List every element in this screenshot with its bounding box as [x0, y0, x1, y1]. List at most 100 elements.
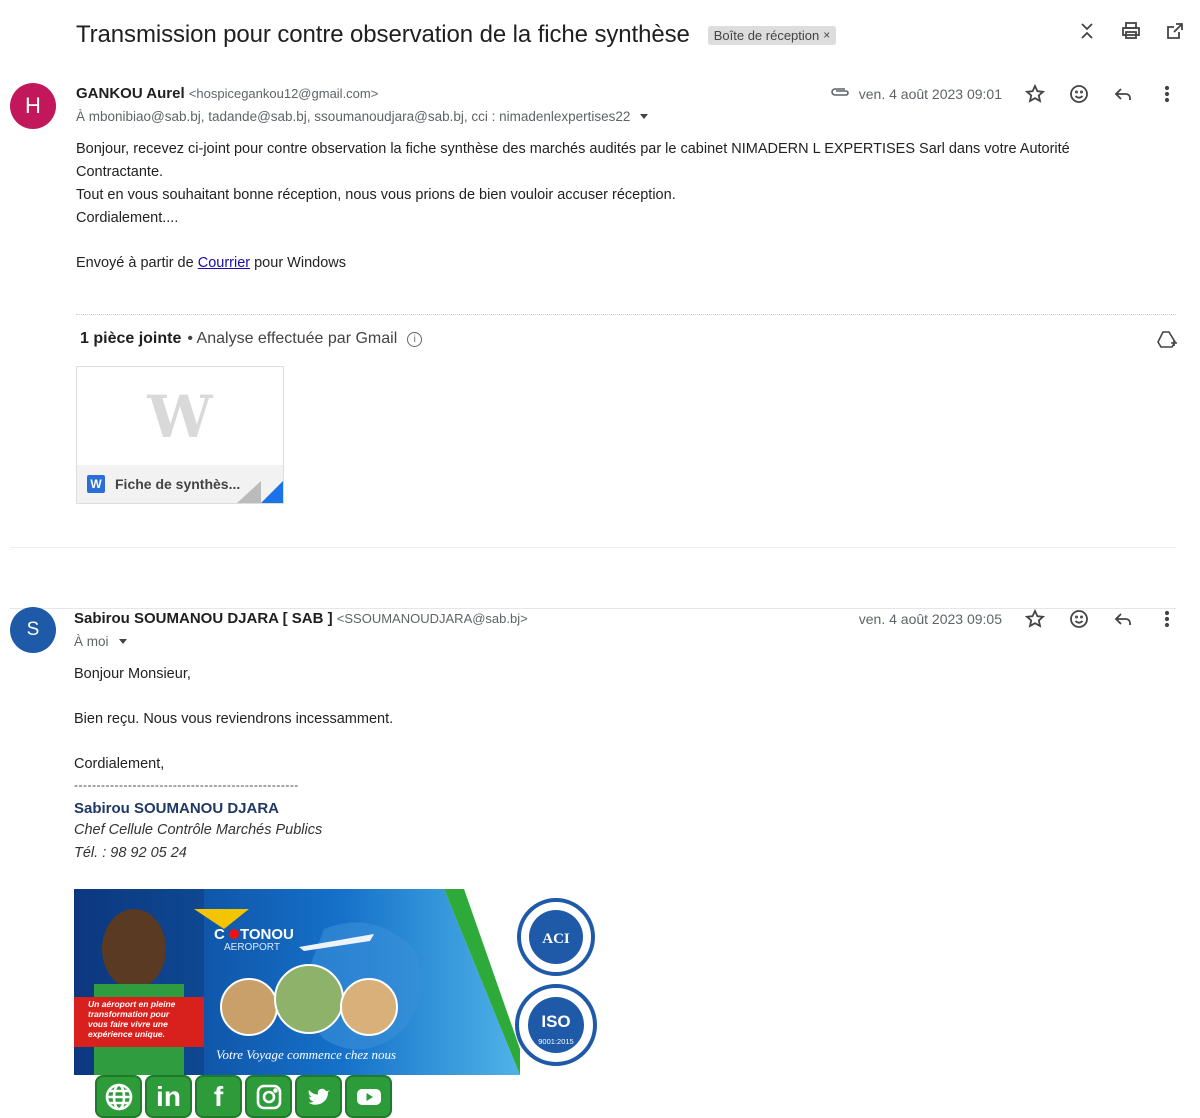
youtube-link[interactable] — [345, 1075, 392, 1118]
instagram-icon — [256, 1084, 281, 1109]
print-icon — [1122, 22, 1140, 39]
sent-from-line: Envoyé à partir de Courrier pour Windows — [76, 252, 346, 275]
tagline-line-3: vous faire vivre une — [88, 1019, 168, 1029]
sender-line: GANKOU Aurel <hospicegankou12@gmail.com> — [76, 85, 378, 102]
website-link[interactable] — [95, 1075, 142, 1118]
reply-icon — [1114, 88, 1131, 100]
twitter-bird-icon — [308, 1088, 330, 1105]
scan-label: • Analyse effectuée par Gmail — [187, 330, 398, 347]
recipients-text: À mbonibiao@sab.bj, tadande@sab.bj, ssou… — [76, 109, 631, 124]
body-line: Bonjour, recevez ci-joint pour contre ob… — [76, 141, 1070, 157]
attachment-preview: W — [77, 367, 283, 467]
word-preview-icon: W — [147, 383, 213, 451]
iso-badge-number: 9001:2015 — [538, 1037, 573, 1046]
inbox-label-chip[interactable]: Boîte de réception × — [707, 25, 837, 45]
emoji-icon — [1070, 610, 1088, 628]
attachment-name: Fiche de synthès... — [115, 476, 241, 492]
message-date: ven. 4 août 2023 09:01 — [858, 86, 1002, 102]
subject-row: Transmission pour contre observation de … — [76, 18, 1180, 52]
banner-slogan: Votre Voyage commence chez nous — [216, 1047, 396, 1062]
reply-greeting: Bonjour Monsieur, — [74, 666, 191, 682]
star-button[interactable] — [1024, 83, 1046, 105]
more-vert-icon — [1164, 610, 1170, 628]
courrier-link[interactable]: Courrier — [198, 255, 250, 271]
open-in-new-icon — [1167, 23, 1183, 39]
reply-button[interactable] — [1112, 608, 1134, 630]
iso-badge-text: ISO — [541, 1012, 570, 1031]
star-icon — [1025, 84, 1045, 103]
sender-line: Sabirou SOUMANOU DJARA [ SAB ] <SSOUMANO… — [74, 610, 528, 627]
more-options-button[interactable] — [1156, 608, 1178, 630]
globe-icon — [105, 1083, 132, 1110]
collapse-all-button[interactable] — [1076, 20, 1098, 42]
reply-closing: Cordialement, — [74, 756, 165, 772]
show-details-chevron-icon[interactable] — [118, 639, 127, 644]
sent-from-prefix: Envoyé à partir de — [76, 255, 198, 271]
badges-graphic: ACI ISO 9001:2015 — [515, 898, 597, 1066]
reply-button[interactable] — [1112, 83, 1134, 105]
emoji-reaction-button[interactable] — [1068, 608, 1090, 630]
star-icon — [1025, 609, 1045, 628]
print-button[interactable] — [1120, 20, 1142, 42]
attachment-footer: W Fiche de synthès... — [77, 465, 283, 503]
tagline-line-4: expérience unique. — [88, 1029, 165, 1039]
signature-name: Sabirou SOUMANOU DJARA — [74, 800, 280, 817]
instagram-link[interactable] — [245, 1075, 292, 1118]
brand-sub: AEROPORT — [224, 942, 280, 953]
linkedin-icon: in — [156, 1080, 181, 1112]
attachment-card[interactable]: W W Fiche de synthès... — [76, 366, 284, 504]
attachments-count: 1 pièce jointe — [80, 330, 182, 347]
add-to-drive-button[interactable] — [1156, 330, 1178, 355]
cotonou-airport-banner: Un aéroport en pleine transformation pou… — [74, 889, 520, 1075]
sender-avatar[interactable]: H — [10, 83, 56, 129]
word-file-icon: W — [87, 475, 105, 493]
star-button[interactable] — [1024, 608, 1046, 630]
body-line: Tout en vous souhaitant bonne réception,… — [76, 187, 676, 203]
signature-title: Chef Cellule Contrôle Marchés Publics — [74, 822, 323, 838]
thread-subject: Transmission pour contre observation de … — [76, 21, 690, 48]
linkedin-link[interactable]: in — [145, 1075, 192, 1118]
message-body: Bonjour, recevez ci-joint pour contre ob… — [76, 138, 1156, 230]
message-actions: ven. 4 août 2023 09:01 — [829, 83, 1178, 105]
body-line: Cordialement.... — [76, 210, 179, 226]
emoji-icon — [1070, 85, 1088, 103]
remove-label-button[interactable]: × — [823, 28, 830, 42]
body-line: Contractante. — [76, 164, 164, 180]
recipients-text: À moi — [74, 634, 109, 649]
social-links: in f — [95, 1075, 392, 1118]
attachment-clip-icon — [829, 85, 851, 104]
certification-badges: ACI ISO 9001:2015 — [513, 897, 599, 1067]
sent-from-suffix: pour Windows — [250, 255, 346, 271]
message-date: ven. 4 août 2023 09:05 — [858, 611, 1002, 627]
collapse-icon — [1081, 23, 1093, 39]
signature-phone: Tél. : 98 92 05 24 — [74, 845, 187, 861]
message-actions: ven. 4 août 2023 09:05 — [859, 608, 1178, 630]
sender-avatar[interactable]: S — [10, 607, 56, 653]
aci-badge-text: ACI — [542, 931, 570, 947]
reply-line: Bien reçu. Nous vous reviendrons incessa… — [74, 711, 394, 727]
reply-icon — [1114, 613, 1131, 625]
more-options-button[interactable] — [1156, 83, 1178, 105]
attachment-divider — [76, 314, 1176, 315]
thread-toolbar — [1076, 20, 1186, 42]
tagline-line-1: Un aéroport en pleine — [88, 999, 176, 1009]
banner-graphic: Un aéroport en pleine transformation pou… — [74, 889, 520, 1075]
more-vert-icon — [1164, 85, 1170, 103]
facebook-link[interactable]: f — [195, 1075, 242, 1118]
info-icon[interactable]: i — [407, 331, 423, 347]
emoji-reaction-button[interactable] — [1068, 83, 1090, 105]
open-new-window-button[interactable] — [1164, 20, 1186, 42]
sender-name[interactable]: Sabirou SOUMANOU DJARA [ SAB ] — [74, 610, 333, 627]
tagline-line-2: transformation pour — [88, 1009, 170, 1019]
brand-c: C — [214, 926, 225, 943]
sender-name[interactable]: GANKOU Aurel — [76, 85, 185, 102]
youtube-icon — [356, 1088, 381, 1105]
page-fold-icon — [237, 481, 261, 503]
show-details-chevron-icon[interactable] — [640, 114, 649, 119]
attachments-header: 1 pièce jointe • Analyse effectuée par G… — [80, 330, 423, 348]
add-to-drive-icon — [1157, 331, 1177, 348]
twitter-link[interactable] — [295, 1075, 342, 1118]
recipients-line[interactable]: À mbonibiao@sab.bj, tadande@sab.bj, ssou… — [76, 109, 649, 124]
message-divider — [10, 547, 1176, 548]
recipients-line[interactable]: À moi — [74, 634, 127, 649]
